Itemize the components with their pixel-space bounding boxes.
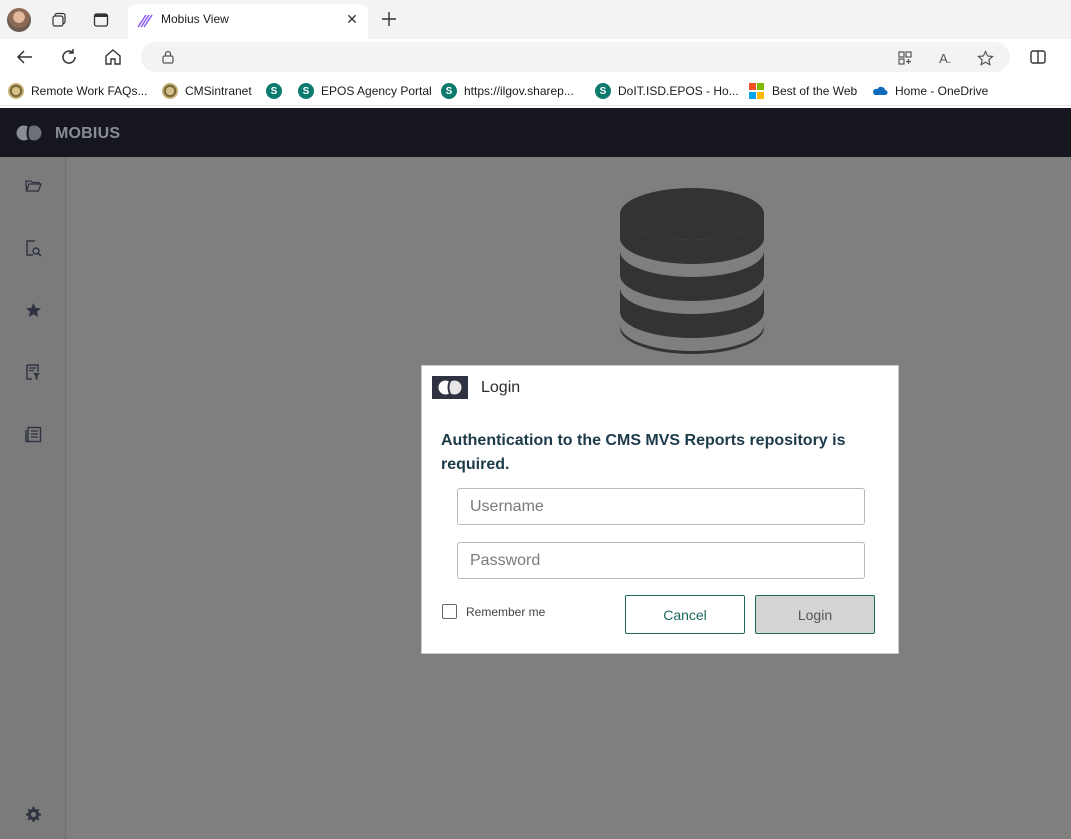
split-screen-icon[interactable] (1025, 44, 1051, 70)
favorite-doit-isd-epos[interactable]: S DoIT.ISD.EPOS - Ho... (595, 82, 739, 100)
sharepoint-icon: S (441, 83, 457, 99)
favorite-label: CMSintranet (185, 84, 252, 98)
close-tab-icon[interactable]: ✕ (344, 11, 360, 27)
microsoft-icon (749, 83, 765, 99)
address-bar[interactable]: Aꞈ (141, 42, 1010, 72)
favorite-ilgov-sharepoint[interactable]: S https://ilgov.sharep... (441, 82, 574, 100)
browser-tab-strip: Mobius View ✕ (0, 0, 1071, 39)
report-icon[interactable] (24, 425, 42, 443)
favorite-label: https://ilgov.sharep... (464, 84, 574, 98)
tab-title: Mobius View (161, 12, 229, 26)
sharepoint-icon: S (595, 83, 611, 99)
sharepoint-icon: S (266, 83, 282, 99)
username-input[interactable] (457, 488, 865, 525)
favorite-epos-agency-portal[interactable]: S EPOS Agency Portal (298, 82, 432, 100)
remember-me-label: Remember me (466, 604, 546, 619)
login-button[interactable]: Login (755, 595, 875, 634)
active-tab[interactable]: Mobius View ✕ (128, 4, 368, 39)
app-brand: MOBIUS (55, 125, 121, 142)
onedrive-icon (873, 86, 888, 95)
read-aloud-icon[interactable]: Aꞈ (936, 49, 954, 67)
favorite-remote-work[interactable]: Remote Work FAQs... (8, 82, 147, 100)
browser-toolbar: Aꞈ (0, 39, 1071, 75)
favorite-label: EPOS Agency Portal (321, 84, 432, 98)
new-tab-icon[interactable] (378, 8, 400, 30)
star-icon[interactable] (24, 301, 42, 319)
authentication-message: Authentication to the CMS MVS Reports re… (441, 432, 846, 473)
favorites-bar: Remote Work FAQs... CMSintranet S S EPOS… (0, 76, 1071, 106)
mobius-favicon-icon (137, 14, 153, 28)
favorite-sharepoint[interactable]: S (266, 82, 289, 100)
gear-icon[interactable] (24, 805, 42, 823)
remember-me-option[interactable]: Remember me (442, 604, 545, 619)
mobius-logo-icon (16, 125, 42, 141)
cancel-button[interactable]: Cancel (625, 595, 745, 634)
app-sidebar (0, 157, 66, 839)
profile-avatar[interactable] (7, 8, 31, 32)
database-icon (620, 188, 764, 354)
search-document-icon[interactable] (24, 239, 42, 257)
favorite-label: Home - OneDrive (895, 84, 989, 98)
folder-icon[interactable] (24, 177, 42, 195)
app-header: MOBIUS (0, 108, 1071, 157)
mobius-logo-icon (432, 376, 468, 399)
favorite-label: Best of the Web (772, 84, 858, 98)
favorite-label: DoIT.ISD.EPOS - Ho... (618, 84, 739, 98)
dialog-title: Login (481, 379, 521, 396)
sharepoint-icon: S (298, 83, 314, 99)
password-input[interactable] (457, 542, 865, 579)
seal-icon (8, 83, 24, 99)
app-available-icon[interactable] (896, 49, 914, 67)
seal-icon (162, 83, 178, 99)
favorite-best-of-the-web[interactable]: Best of the Web (749, 82, 857, 100)
filter-icon[interactable] (24, 363, 42, 381)
workspaces-icon[interactable] (47, 8, 71, 32)
lock-icon[interactable] (161, 50, 175, 64)
favorite-onedrive[interactable]: Home - OneDrive (872, 82, 988, 100)
back-icon[interactable] (12, 44, 38, 70)
favorite-cmsintranet[interactable]: CMSintranet (162, 82, 252, 100)
home-icon[interactable] (100, 44, 126, 70)
vertical-tabs-icon[interactable] (89, 8, 113, 32)
favorite-label: Remote Work FAQs... (31, 84, 148, 98)
login-dialog: Login Authentication to the CMS MVS Repo… (421, 365, 899, 654)
remember-me-checkbox[interactable] (442, 604, 457, 619)
refresh-icon[interactable] (56, 44, 82, 70)
favorite-star-icon[interactable] (976, 49, 994, 67)
